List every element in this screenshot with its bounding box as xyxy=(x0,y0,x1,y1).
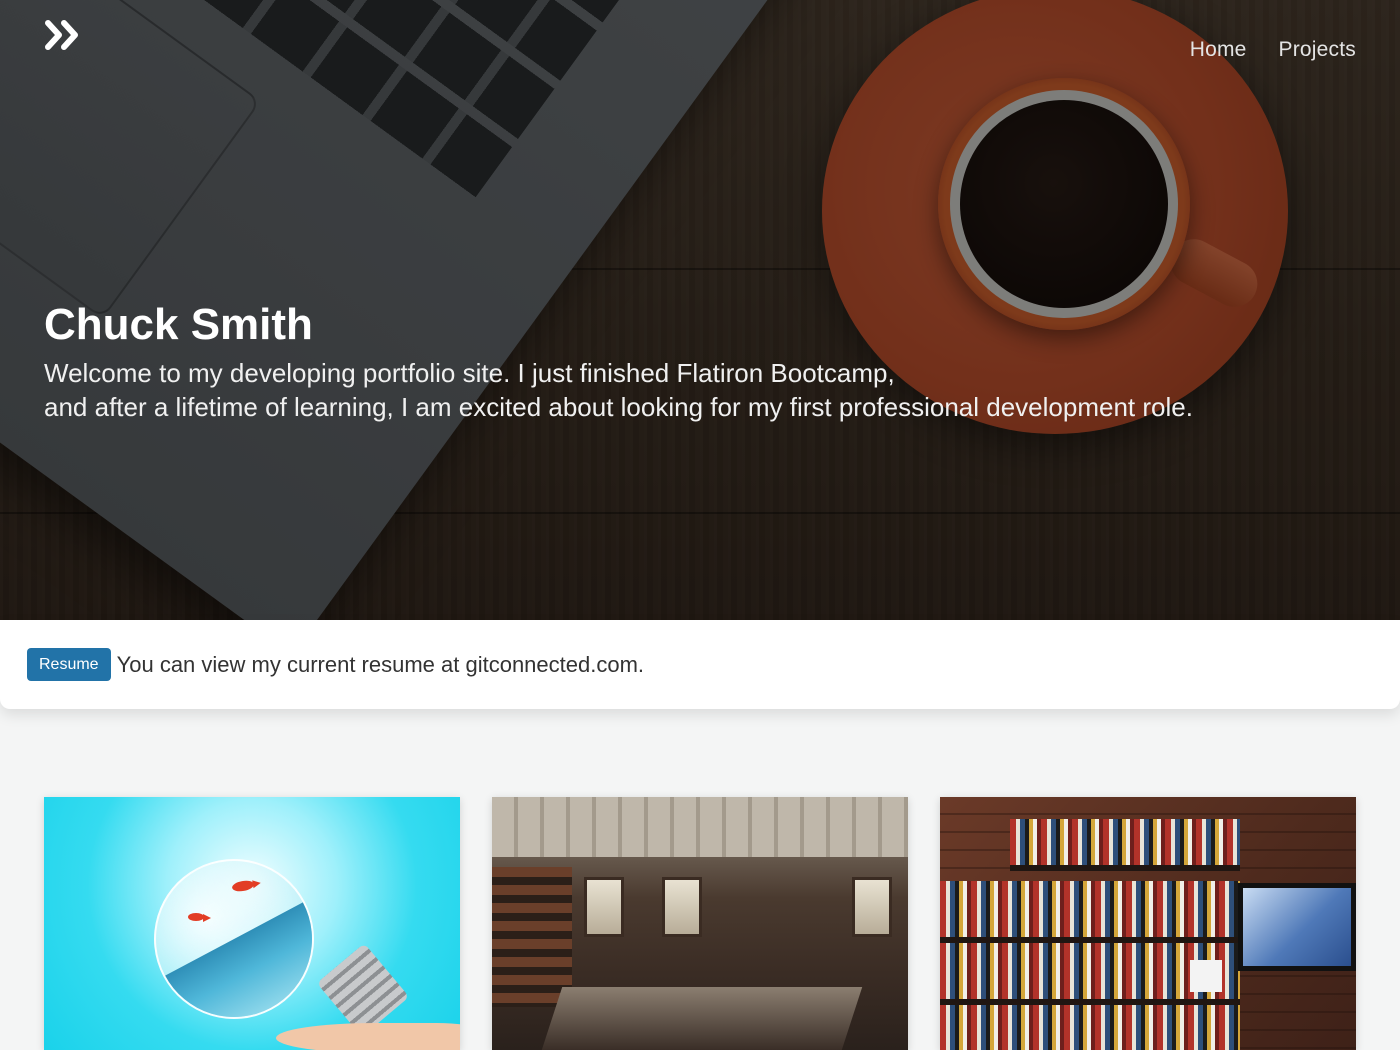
hero-tagline-line-2: and after a lifetime of learning, I am e… xyxy=(44,392,1193,422)
workshop-ceiling xyxy=(492,797,908,857)
nav-link-home[interactable]: Home xyxy=(1190,38,1247,62)
hero-banner: Home Projects Chuck Smith Welcome to my … xyxy=(0,0,1400,620)
bookshelf-row xyxy=(940,1005,1240,1050)
workshop-window xyxy=(662,877,702,937)
top-nav: Home Projects xyxy=(1190,38,1356,62)
resume-button[interactable]: Resume xyxy=(27,648,111,681)
hand-image xyxy=(276,1023,460,1050)
project-card-bookshelf[interactable] xyxy=(940,797,1356,1050)
nav-link-projects[interactable]: Projects xyxy=(1279,38,1356,62)
bookshelf-row xyxy=(1010,819,1240,871)
hero-tagline-line-1: Welcome to my developing portfolio site.… xyxy=(44,358,895,388)
bookshelf-row xyxy=(940,881,1240,943)
workshop-window xyxy=(584,877,624,937)
goldfish-icon xyxy=(188,913,211,922)
workshop-bench xyxy=(541,987,863,1050)
monitor-image xyxy=(1238,883,1356,971)
resume-bar: Resume You can view my current resume at… xyxy=(0,620,1400,709)
project-card-lightbulb[interactable] xyxy=(44,797,460,1050)
resume-description: You can view my current resume at gitcon… xyxy=(116,651,645,677)
workshop-shelves xyxy=(492,867,572,1007)
hero-tagline: Welcome to my developing portfolio site.… xyxy=(44,356,1364,424)
double-chevron-right-icon[interactable] xyxy=(44,18,84,52)
project-card-workshop[interactable] xyxy=(492,797,908,1050)
lightbulb-image xyxy=(125,830,343,1048)
workshop-window xyxy=(852,877,892,937)
hero-title: Chuck Smith xyxy=(44,300,313,349)
desk-clock xyxy=(1190,960,1222,992)
